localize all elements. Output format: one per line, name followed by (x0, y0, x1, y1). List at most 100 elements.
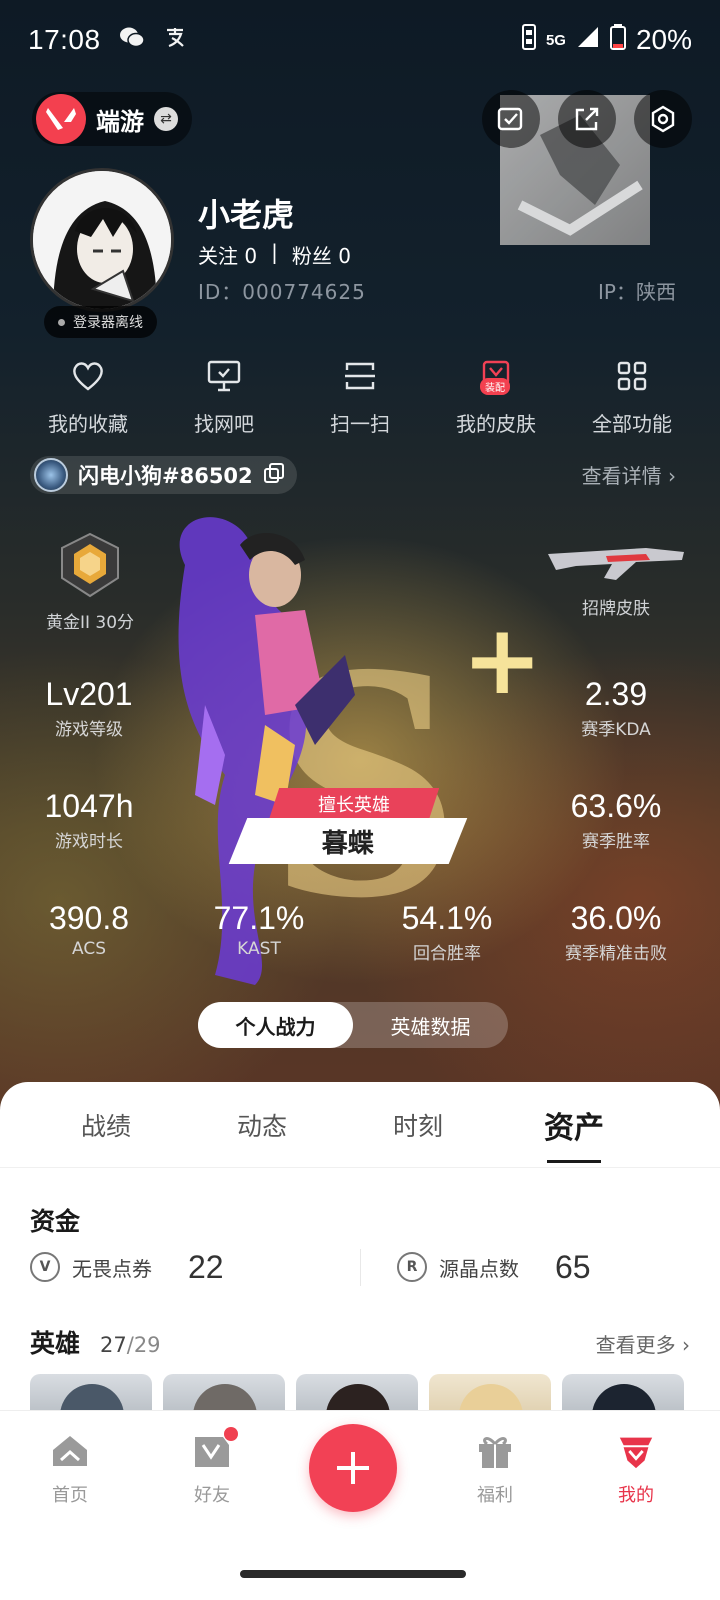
user-ip-location: IP：陕西 (598, 280, 676, 304)
stat-label: 游戏时长 (55, 832, 123, 852)
heart-icon (68, 356, 108, 396)
stat-value: 54.1% (401, 900, 493, 936)
nav-label: 首页 (52, 1485, 88, 1506)
skin-label: 招牌皮肤 (582, 599, 650, 619)
settings-icon (651, 105, 675, 133)
quick-action-my-skins[interactable]: 装配 我的皮肤 (430, 356, 562, 437)
create-post-button[interactable] (309, 1424, 397, 1512)
game-switcher[interactable]: 端游 ⇄ (32, 92, 192, 146)
stat-label: 游戏等级 (55, 720, 123, 740)
favorite-hero-tag: 擅长英雄 (268, 788, 440, 820)
stat-playtime: 1047h 游戏时长 (9, 788, 169, 852)
scan-icon (340, 356, 380, 396)
vp-icon: V (30, 1252, 60, 1282)
offline-dot-icon (58, 318, 65, 326)
funds-row: V 无畏点券 22 R 源晶点数 65 (30, 1244, 690, 1290)
skin-icon: 装配 (476, 356, 516, 396)
share-button[interactable] (558, 90, 616, 148)
personal-power-tab[interactable]: 个人战力 (198, 1002, 353, 1048)
nav-home[interactable]: 首页 (10, 1431, 130, 1507)
wechat-icon (119, 26, 145, 54)
riot-id-chip[interactable]: 闪电小狗#86502 (30, 456, 297, 494)
quick-action-label: 我的收藏 (48, 412, 128, 436)
login-status: 登录器离线 (44, 306, 157, 338)
heroes-title: 英雄 (30, 1329, 81, 1358)
valorant-points[interactable]: V 无畏点券 22 (30, 1249, 360, 1286)
edit-card-button[interactable] (482, 90, 540, 148)
hero-data-tab[interactable]: 英雄数据 (353, 1002, 508, 1048)
following[interactable]: 关注 0 (198, 240, 257, 269)
nav-label: 我的 (618, 1485, 654, 1506)
swap-icon: ⇄ (154, 107, 178, 131)
quick-action-all-features[interactable]: 全部功能 (566, 356, 698, 437)
vp-label: 无畏点券 (72, 1256, 152, 1281)
tab-feed[interactable]: 动态 (184, 1107, 340, 1143)
avatar[interactable] (30, 168, 174, 312)
quick-action-label: 全部功能 (592, 412, 672, 436)
network-type: 5G (545, 31, 566, 49)
battery-percent: 20% (635, 24, 692, 55)
fans[interactable]: 粉丝 0 (292, 240, 351, 269)
gold-rank-icon (61, 532, 119, 598)
rp-value: 65 (555, 1248, 591, 1285)
hd-icon (521, 23, 536, 57)
quick-action-favorites[interactable]: 我的收藏 (22, 356, 154, 437)
signal-icon (576, 25, 600, 56)
home-indicator[interactable] (240, 1570, 466, 1578)
favorite-hero-tag-text: 擅长英雄 (318, 795, 390, 816)
stat-label: 回合胜率 (413, 944, 481, 964)
signature-skin-block[interactable]: 招牌皮肤 (546, 540, 686, 619)
rank-label: 黄金II 30分 (45, 613, 135, 633)
stat-kast: 77.1% KAST (179, 900, 339, 959)
notification-dot (224, 1427, 238, 1441)
riot-name: 闪电小狗#86502 (78, 464, 253, 488)
rifle-skin-icon (548, 548, 684, 580)
quick-action-label: 找网吧 (194, 412, 254, 436)
stat-label: KAST (237, 939, 281, 959)
copy-icon[interactable] (263, 462, 285, 488)
friends-icon (192, 1427, 238, 1471)
stat-label: ACS (72, 939, 106, 959)
stat-label: 赛季精准击败 (565, 944, 667, 964)
favorite-hero[interactable]: 擅长英雄 暮蝶 (228, 788, 478, 864)
nav-profile[interactable]: 我的 (576, 1431, 696, 1507)
status-bar: 17:08 5G 20% (0, 0, 720, 80)
quick-action-scan[interactable]: 扫一扫 (294, 356, 426, 437)
nav-friends[interactable]: 好友 (152, 1427, 272, 1507)
vp-value: 22 (188, 1248, 224, 1285)
following-count: 0 (244, 244, 258, 268)
quick-actions: 我的收藏 找网吧 扫一扫 装配 我的皮肤 全部功能 (22, 356, 698, 437)
mode-toggle: 个人战力 英雄数据 (198, 1002, 508, 1048)
battery-icon (609, 23, 626, 57)
favorite-hero-name: 暮蝶 (321, 828, 374, 859)
settings-button[interactable] (634, 90, 692, 148)
profile-icon (616, 1431, 656, 1471)
tab-assets[interactable]: 资产 (496, 1103, 652, 1163)
quick-action-label: 我的皮肤 (456, 412, 536, 436)
quick-action-find-netcafe[interactable]: 找网吧 (158, 356, 290, 437)
radianite-points[interactable]: R 源晶点数 65 (360, 1248, 690, 1286)
login-status-text: 登录器离线 (73, 315, 143, 331)
following-label: 关注 (198, 244, 238, 268)
tab-records[interactable]: 战绩 (28, 1107, 184, 1143)
stat-headshot: 36.0% 赛季精准击败 (536, 900, 696, 964)
nav-label: 好友 (194, 1485, 230, 1506)
heroes-total: /29 (126, 1333, 161, 1357)
stat-label: 赛季胜率 (582, 832, 650, 852)
rank-block[interactable]: 黄金II 30分 (40, 532, 140, 633)
rp-icon: R (397, 1252, 427, 1282)
view-detail-link[interactable]: 查看详情 › (582, 460, 676, 489)
game-name: 端游 (96, 107, 144, 136)
user-id: ID：000774625 (198, 280, 366, 304)
status-time: 17:08 (28, 24, 101, 55)
see-more-link[interactable]: 查看更多 › (596, 1329, 690, 1358)
home-icon (50, 1431, 90, 1471)
stat-value: 63.6% (570, 788, 662, 824)
stat-label: 赛季KDA (581, 720, 651, 740)
nav-rewards[interactable]: 福利 (435, 1431, 555, 1507)
stat-round-winrate: 54.1% 回合胜率 (367, 900, 527, 964)
stat-winrate: 63.6% 赛季胜率 (536, 788, 696, 852)
follow-stats: 关注 0 | 粉丝 0 (198, 240, 351, 269)
tab-moments[interactable]: 时刻 (340, 1107, 496, 1143)
rp-label: 源晶点数 (439, 1256, 519, 1281)
